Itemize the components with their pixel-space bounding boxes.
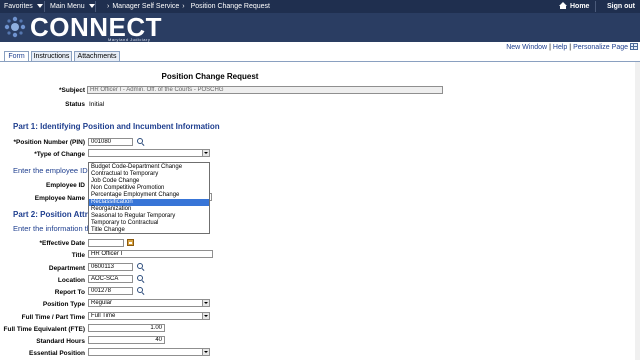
department-label: Department	[48, 265, 85, 272]
dropdown-arrow-icon	[202, 300, 209, 306]
search-icon[interactable]	[137, 263, 145, 271]
nav-divider	[95, 1, 96, 12]
personalize-page-link[interactable]: Personalize Page	[573, 44, 628, 51]
dropdown-option[interactable]: Seasonal to Regular Temporary	[89, 213, 209, 220]
employee-id-label: Employee ID	[45, 182, 85, 189]
status-label: Status	[65, 101, 85, 108]
employee-name-label: Employee Name	[34, 195, 85, 202]
favorites-label: Favorites	[4, 3, 33, 10]
location-input[interactable]: AOC-SCA	[88, 275, 133, 283]
dropdown-option[interactable]: Job Code Change	[89, 178, 209, 185]
subject-field[interactable]: HR Officer I - Admin. Off. of the Courts…	[87, 86, 443, 94]
type-of-change-select[interactable]	[88, 149, 210, 157]
main-menu-label: Main Menu	[50, 3, 85, 10]
standard-hours-label: Standard Hours	[36, 338, 85, 345]
help-link[interactable]: Help	[553, 44, 567, 51]
page-links: New Window | Help | Personalize Page	[506, 44, 628, 51]
standard-hours-input[interactable]: 40	[88, 336, 165, 344]
breadcrumb-manager-self-service[interactable]: Manager Self Service	[112, 3, 179, 10]
essential-position-label: Essential Position	[29, 350, 85, 357]
caret-down-icon	[36, 4, 43, 9]
chevron-right-icon: ›	[107, 3, 110, 10]
report-to-label: Report To	[54, 289, 85, 296]
enter-employee-info: Enter the employee ID a	[13, 166, 94, 175]
dropdown-option[interactable]: Budget Code-Department Change	[89, 164, 209, 171]
essential-position-select[interactable]	[88, 348, 210, 356]
report-to-input[interactable]: 001278	[88, 287, 133, 295]
type-of-change-label: *Type of Change	[34, 151, 85, 158]
dropdown-option[interactable]: Percentage Employment Change	[89, 192, 209, 199]
dropdown-arrow-icon	[202, 313, 209, 319]
page-title: Position Change Request	[161, 72, 259, 81]
home-icon	[559, 2, 567, 9]
dropdown-arrow-icon	[202, 150, 209, 156]
connect-logo-icon	[4, 16, 26, 38]
nav-divider	[44, 1, 45, 12]
breadcrumb: › Manager Self Service › Position Change Re…	[104, 2, 270, 11]
enter-position-info: Enter the information tha	[13, 224, 96, 233]
link-divider: |	[569, 44, 572, 51]
pin-input[interactable]: 001080	[88, 138, 133, 146]
dropdown-option[interactable]: Non Competitive Promotion	[89, 185, 209, 192]
home-label: Home	[570, 3, 590, 10]
grid-icon[interactable]	[630, 43, 638, 50]
position-type-label: Position Type	[42, 301, 85, 308]
position-type-select[interactable]: Regular	[88, 299, 210, 307]
fte-label: Full Time Equivalent (FTE)	[3, 326, 86, 333]
home-link[interactable]: Home	[559, 2, 589, 11]
status-value: Initial	[89, 101, 105, 108]
chevron-right-icon: ›	[182, 3, 185, 10]
full-part-time-select[interactable]: Full Time	[88, 312, 210, 320]
tab-divider	[0, 61, 640, 62]
dropdown-option[interactable]: Reorganization	[89, 206, 209, 213]
dropdown-option[interactable]: Title Change	[89, 227, 209, 234]
page-scrollbar[interactable]	[635, 62, 640, 360]
department-input[interactable]: 0600113	[88, 263, 133, 271]
full-part-time-label: Full Time / Part Time	[21, 314, 85, 321]
favorites-menu[interactable]: Favorites	[4, 2, 43, 11]
search-icon[interactable]	[137, 138, 145, 146]
dropdown-option-selected[interactable]: Reclassification	[89, 199, 209, 206]
breadcrumb-position-change-request[interactable]: Position Change Request	[191, 3, 270, 10]
search-icon[interactable]	[137, 287, 145, 295]
banner: CONNECT Maryland Judiciary	[0, 13, 640, 42]
dropdown-arrow-icon	[202, 349, 209, 355]
new-window-link[interactable]: New Window	[506, 44, 547, 51]
main-menu[interactable]: Main Menu	[50, 2, 95, 11]
part1-heading: Part 1: Identifying Position and Incumbe…	[13, 122, 220, 131]
type-of-change-dropdown: Budget Code-Department Change Contractua…	[88, 162, 210, 234]
title-input[interactable]: HR Officer I	[88, 250, 213, 258]
subject-label: *Subject	[58, 87, 85, 94]
effective-date-input[interactable]	[88, 239, 124, 247]
position-type-value: Regular	[91, 300, 113, 306]
full-part-time-value: Full Time	[91, 313, 116, 319]
dropdown-option[interactable]: Contractual to Temporary	[89, 171, 209, 178]
pin-label: *Position Number (PIN)	[13, 139, 85, 146]
location-label: Location	[57, 277, 85, 284]
caret-down-icon	[88, 4, 95, 9]
calendar-icon[interactable]	[127, 239, 134, 246]
signout-link[interactable]: Sign out	[607, 2, 635, 11]
dropdown-option[interactable]: Temporary to Contractual	[89, 220, 209, 227]
nav-divider	[595, 1, 596, 12]
title-label: Title	[71, 252, 85, 259]
effective-date-label: *Effective Date	[39, 240, 85, 247]
brand-tagline: Maryland Judiciary	[108, 37, 151, 42]
link-divider: |	[549, 44, 551, 51]
part2-heading: Part 2: Position Attribu	[13, 210, 100, 219]
search-icon[interactable]	[137, 275, 145, 283]
fte-input[interactable]: 1.00	[88, 324, 165, 332]
